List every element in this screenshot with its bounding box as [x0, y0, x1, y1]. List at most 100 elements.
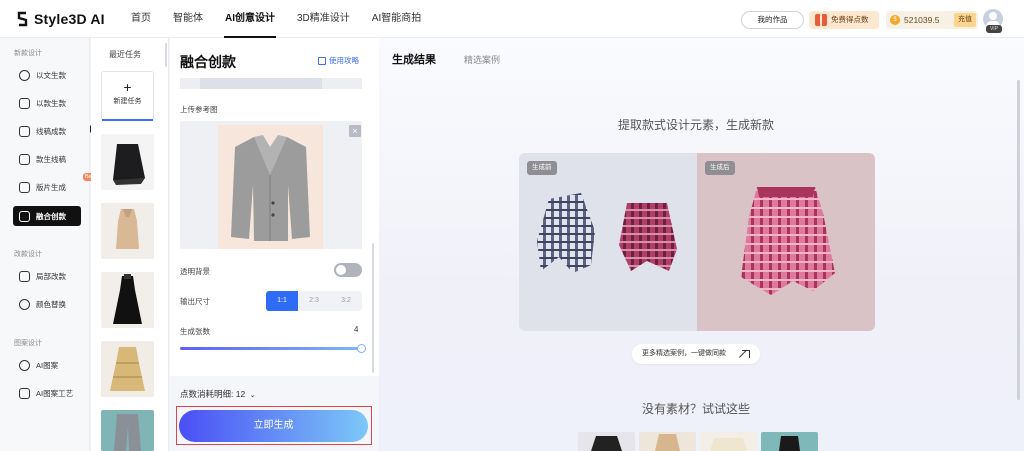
before-skirts-image: [537, 193, 677, 273]
sidebar-item-label: 局部改款: [36, 271, 66, 281]
sample-material-black-pants[interactable]: [761, 432, 818, 451]
after-panel: 生成后: [697, 153, 875, 331]
my-works-button[interactable]: 我的作品: [741, 11, 804, 29]
recent-tasks: 最近任务 + 新建任务: [91, 38, 169, 451]
partial-edit-icon: [19, 270, 30, 282]
sidebar-item-pattern-craft[interactable]: AI图案工艺: [13, 383, 81, 403]
reference-image-upload[interactable]: [180, 121, 362, 249]
fusion-icon: [19, 210, 30, 222]
chevron-down-icon: ⌄: [249, 392, 256, 399]
points-cost-label: 点数消耗明细: 12: [180, 389, 246, 399]
balance-value: 521039.5: [904, 15, 940, 25]
recharge-button[interactable]: 充值: [954, 13, 976, 27]
task-thumb-denim-pants[interactable]: [101, 410, 154, 451]
more-cases-button[interactable]: 更多精选案例，一键做同款: [632, 344, 760, 364]
task-thumb-khaki-skirt[interactable]: [101, 341, 154, 397]
free-points-button[interactable]: 免费得点数: [809, 11, 879, 29]
brand-logo[interactable]: Style3D AI: [16, 10, 105, 28]
new-task-label: 新建任务: [113, 98, 142, 105]
image-count-value: 4: [354, 325, 359, 334]
sample-material-beige-skirt[interactable]: [639, 432, 696, 451]
sidebar-section-pattern-design: 图案设计: [14, 340, 42, 347]
nav-ai-photo-shoot[interactable]: AI智能商拍: [361, 0, 432, 38]
sidebar-item-label: 融合创款: [36, 211, 66, 221]
sketch-icon: [19, 125, 30, 137]
after-skirt-image: [741, 187, 835, 295]
sidebar-item-label: AI图案工艺: [36, 388, 74, 398]
sidebar-section-new-design: 新款设计: [14, 50, 42, 57]
image-count-slider-handle[interactable]: [357, 344, 366, 353]
sample-material-cream-top[interactable]: [700, 432, 757, 451]
task-thumb-beige-top[interactable]: [101, 203, 154, 259]
sidebar-item-label: 以款生款: [36, 98, 66, 108]
usage-guide-link[interactable]: 使用攻略: [318, 55, 359, 66]
sidebar-item-text-to-style[interactable]: 以文生款: [13, 65, 81, 85]
sidebar-item-color-replace[interactable]: 颜色替换: [13, 294, 81, 314]
nav-home[interactable]: 首页: [120, 0, 162, 38]
sidebar-item-pattern-piece[interactable]: 版片生成 Beta: [13, 173, 99, 197]
upload-reference-label: 上传参考图: [180, 105, 218, 114]
more-cases-label: 更多精选案例，一键做同款: [642, 350, 726, 357]
previous-image-strip[interactable]: [180, 78, 362, 89]
panel-title: 融合创款: [180, 54, 236, 70]
before-after-showcase: 生成前 生成后: [519, 153, 875, 331]
sidebar-item-label: 颜色替换: [36, 299, 66, 309]
generate-now-button[interactable]: 立即生成: [179, 410, 368, 442]
before-tag: 生成前: [527, 161, 557, 175]
brand-name: Style3D AI: [34, 11, 105, 27]
main-nav: 首页 智能体 AI创意设计 3D精准设计 AI智能商拍: [120, 0, 432, 38]
reference-image-blazer: [218, 125, 323, 249]
lineart-icon: [19, 153, 30, 165]
remove-image-icon[interactable]: ×: [349, 125, 361, 137]
size-option-2-3[interactable]: 2:3: [298, 291, 330, 311]
arrow-up-right-icon: [742, 350, 750, 358]
task-thumb-black-dress[interactable]: [101, 272, 154, 328]
sidebar-section-modify-design: 改款设计: [14, 251, 42, 258]
before-panel: 生成前: [519, 153, 697, 331]
size-option-3-2[interactable]: 3:2: [330, 291, 362, 311]
recent-scrollbar[interactable]: [165, 43, 167, 67]
ai-pattern-icon: [19, 359, 30, 371]
sample-material-black-top[interactable]: [578, 432, 635, 451]
recent-tasks-title: 最近任务: [109, 50, 141, 59]
after-tag: 生成后: [705, 161, 735, 175]
sidebar-item-style-to-lineart[interactable]: 款生线稿: [13, 149, 81, 169]
tab-generation-results[interactable]: 生成结果: [392, 51, 436, 67]
transparent-bg-label: 透明背景: [180, 267, 210, 276]
coin-icon: $: [890, 15, 900, 25]
style-to-style-icon: [19, 97, 30, 109]
sidebar-item-partial-edit[interactable]: 局部改款: [13, 266, 81, 286]
output-size-selector: 1:1 2:3 3:2: [266, 291, 362, 311]
gift-icon: [815, 14, 827, 26]
task-thumb-black-skirt[interactable]: [101, 134, 154, 190]
points-cost-detail[interactable]: 点数消耗明细: 12 ⌄: [180, 388, 255, 400]
sidebar-item-label: AI图案: [36, 360, 59, 370]
plus-icon: +: [123, 79, 132, 95]
image-count-label: 生成张数: [180, 327, 210, 336]
text-to-style-icon: [19, 69, 30, 81]
style3d-logo-icon: [17, 11, 28, 27]
main-headline: 提取款式设计元素，生成新款: [617, 118, 774, 132]
top-bar: Style3D AI 首页 智能体 AI创意设计 3D精准设计 AI智能商拍 我…: [0, 0, 1024, 38]
book-icon: [318, 56, 326, 65]
transparent-bg-toggle[interactable]: [334, 263, 362, 277]
sidebar-item-style-to-style[interactable]: 以款生款: [13, 93, 81, 113]
tab-featured-cases[interactable]: 精选案例: [464, 53, 500, 66]
sidebar-item-sketch-to-style[interactable]: 线稿成款: [13, 121, 98, 141]
nav-3d-precise-design[interactable]: 3D精准设计: [286, 0, 361, 38]
usage-guide-label: 使用攻略: [329, 56, 359, 65]
panel-scrollbar[interactable]: [372, 243, 374, 373]
sidebar-item-fusion[interactable]: 融合创款: [13, 206, 81, 226]
size-option-1-1[interactable]: 1:1: [266, 291, 298, 311]
nav-agent[interactable]: 智能体: [162, 0, 214, 38]
points-balance: $ 521039.5 充值: [886, 11, 978, 29]
sidebar-item-ai-pattern[interactable]: AI图案: [13, 355, 81, 375]
new-task-button[interactable]: + 新建任务: [101, 71, 154, 121]
nav-ai-creative-design[interactable]: AI创意设计: [214, 0, 286, 38]
output-size-label: 输出尺寸: [180, 297, 210, 306]
main-scrollbar[interactable]: [1017, 80, 1020, 400]
vip-badge: VIP: [986, 25, 1002, 33]
image-count-slider-track[interactable]: [180, 347, 360, 350]
sidebar-item-label: 线稿成款: [36, 126, 66, 136]
fusion-settings-panel: 融合创款 使用攻略 上传参考图 × 透明背景 输出尺寸 1:1 2:3 3:2 …: [170, 38, 379, 451]
